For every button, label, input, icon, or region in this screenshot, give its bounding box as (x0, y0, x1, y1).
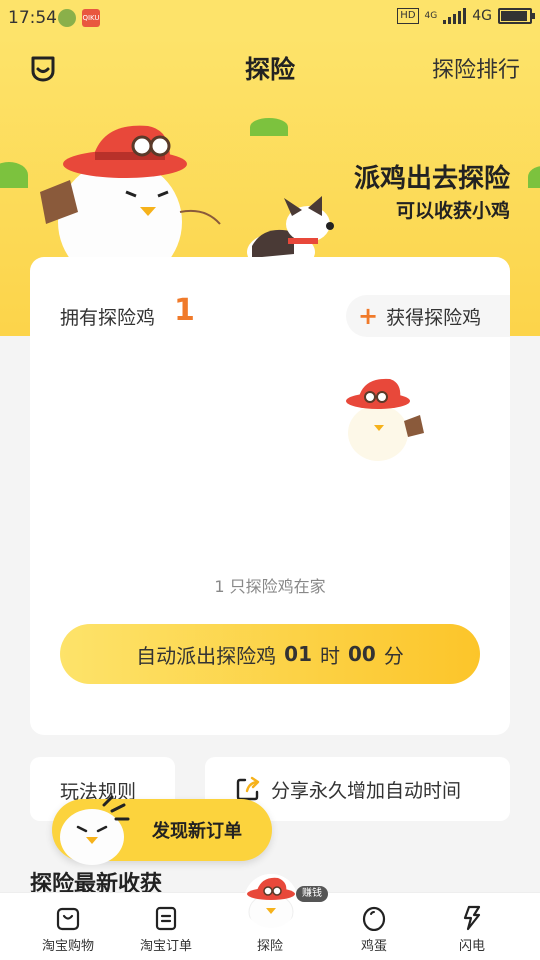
explore-ranking-link[interactable]: 探险排行 (432, 52, 520, 84)
hill-decoration (250, 118, 288, 136)
get-explorer-chick-label: 获得探险鸡 (386, 306, 482, 329)
auto-dispatch-minutes: 00 (348, 642, 376, 666)
auto-dispatch-minutes-unit: 分 (383, 643, 404, 668)
status-right-group: HD 4G 4G (397, 8, 535, 24)
chicks-at-home-status: 1 只探险鸡在家 (214, 577, 326, 596)
hill-decoration (0, 162, 28, 188)
tab-label: 探险 (256, 939, 283, 954)
share-extend-time-label: 分享永久增加自动时间 (271, 779, 462, 802)
owned-explorer-count: 1 (174, 293, 195, 328)
explorer-chick-illustration (40, 125, 221, 272)
hero-slogan-sub: 可以收获小鸡 (395, 200, 510, 222)
new-order-floating-button[interactable]: 发现新订单 (52, 795, 272, 865)
auto-dispatch-prefix: 自动派出探险鸡 (136, 643, 277, 668)
signal-strength-icon (443, 8, 467, 24)
status-bar: 17:54 QIKU HD 4G 4G (0, 0, 540, 36)
hill-decoration (528, 166, 540, 188)
tab-label: 淘宝购物 (41, 939, 94, 954)
tab-lightning[interactable]: 闪电 (418, 893, 526, 960)
egg-icon (362, 906, 386, 931)
tab-label: 淘宝订单 (139, 939, 192, 954)
order-list-icon (155, 906, 177, 931)
hero-slogan-main: 派鸡出去探险 (353, 164, 510, 194)
tab-taobao-shopping[interactable]: 淘宝购物 (14, 893, 122, 960)
auto-dispatch-button[interactable]: 自动派出探险鸡 01 时 00 分 (60, 624, 480, 684)
explorer-chick-at-home[interactable] (340, 375, 430, 465)
auto-dispatch-hours-unit: 时 (320, 643, 340, 668)
network-type: 4G (472, 8, 492, 24)
get-explorer-chick-button[interactable]: + 获得探险鸡 (346, 295, 510, 337)
chick-mascot-icon (60, 795, 130, 865)
shopping-bag-icon (56, 907, 80, 931)
tab-taobao-orders[interactable]: 淘宝订单 (112, 893, 220, 960)
network-type-small: 4G (424, 11, 438, 21)
plus-icon: + (358, 302, 379, 330)
status-time: 17:54 (8, 8, 57, 28)
tab-label: 闪电 (458, 939, 485, 954)
earn-money-badge: 赚钱 (296, 886, 328, 902)
explorer-chick-icon (244, 874, 298, 928)
auto-dispatch-hours: 01 (284, 642, 312, 666)
explorer-card: 拥有探险鸡 1 + 获得探险鸡 1 只探险鸡在家 自动派出探险鸡 01 时 00… (30, 257, 510, 735)
tab-eggs[interactable]: 鸡蛋 (320, 893, 428, 960)
notification-app-icon (58, 9, 76, 27)
lightning-icon (463, 905, 481, 931)
owned-explorer-label: 拥有探险鸡 (60, 307, 156, 329)
new-order-label: 发现新订单 (152, 821, 242, 842)
hd-voice-icon: HD (397, 8, 419, 24)
tab-label: 鸡蛋 (360, 939, 387, 954)
battery-icon (498, 8, 535, 24)
qiku-app-icon: QIKU (82, 9, 100, 27)
explorer-chick-tab-icon[interactable] (244, 874, 298, 928)
